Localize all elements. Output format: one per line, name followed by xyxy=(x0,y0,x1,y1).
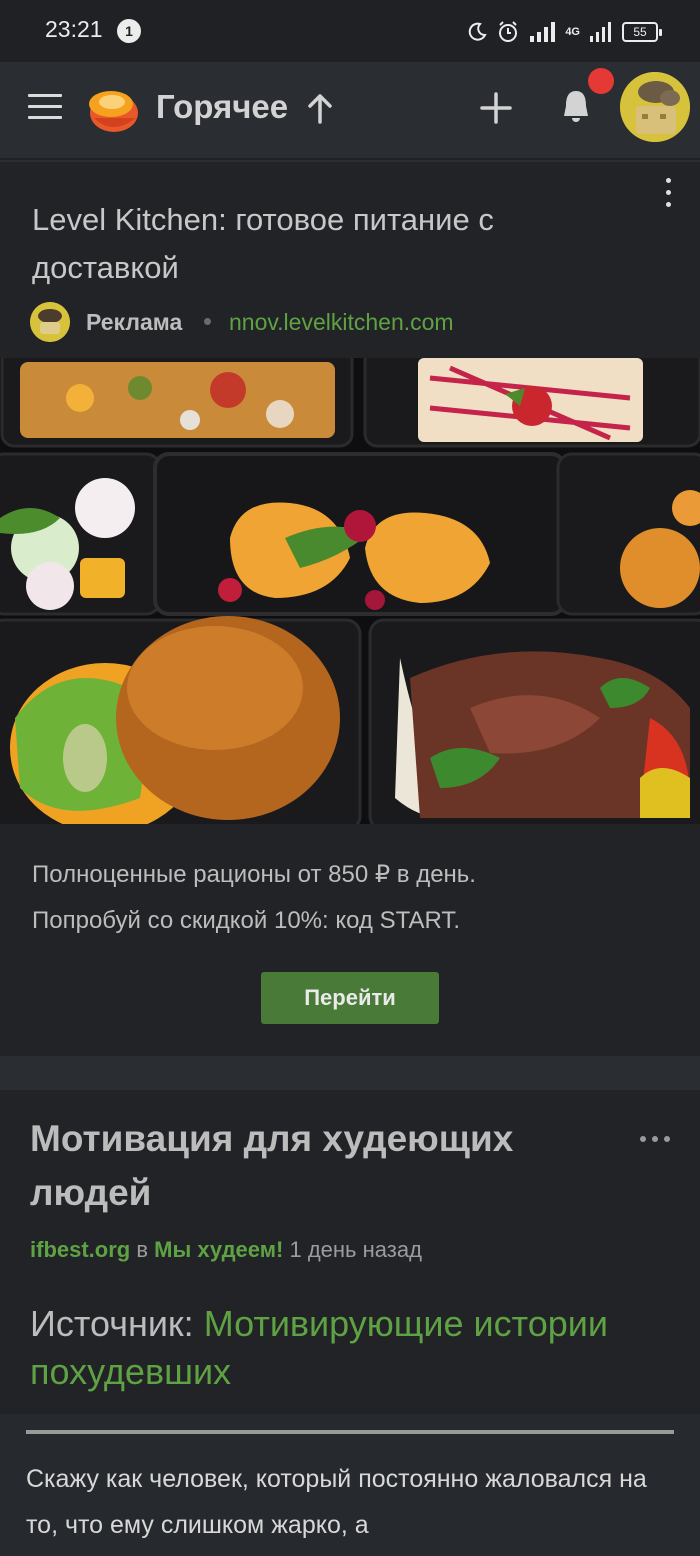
avatar[interactable] xyxy=(620,72,690,142)
post-title[interactable]: Мотивация для худеющих людей xyxy=(30,1112,610,1220)
post-time: 1 день назад xyxy=(289,1237,422,1262)
ad-description-line1: Полноценные рационы от 850 ₽ в день. xyxy=(32,861,476,888)
ad-avatar xyxy=(30,302,70,342)
signal-4g-icon xyxy=(590,22,611,42)
page-title[interactable]: Горячее xyxy=(156,88,288,126)
signal-icon xyxy=(530,22,556,42)
battery-icon: 55 xyxy=(622,22,662,42)
post-source: Источник: Мотивирующие истории похудевши… xyxy=(30,1300,680,1396)
menu-icon[interactable] xyxy=(28,94,62,124)
logo-icon[interactable] xyxy=(84,80,140,136)
more-horizontal-icon[interactable] xyxy=(640,1136,676,1146)
post-body-text: Скажу как человек, который постоянно жал… xyxy=(26,1465,647,1539)
status-icons: 4G 55 xyxy=(467,18,662,46)
post-divider xyxy=(26,1430,674,1434)
more-vertical-icon[interactable] xyxy=(662,178,674,212)
alarm-icon xyxy=(499,21,518,42)
post-meta-in: в xyxy=(136,1237,149,1262)
bell-icon[interactable] xyxy=(558,88,594,126)
feed-separator xyxy=(0,1056,700,1090)
ad-description-line2: Попробуй со скидкой 10%: код START. xyxy=(32,907,461,934)
network-type: 4G xyxy=(565,26,580,38)
notification-dot xyxy=(588,68,614,94)
status-bar: 23:21 1 4G 55 xyxy=(0,0,700,62)
ad-food-image[interactable] xyxy=(0,358,700,824)
separator-dot xyxy=(204,318,211,325)
post-author-link[interactable]: ifbest.org xyxy=(30,1237,130,1262)
status-time: 23:21 xyxy=(45,16,103,42)
ad-description: Полноценные рационы от 850 ₽ в день. Поп… xyxy=(32,852,476,944)
plus-icon[interactable] xyxy=(480,90,512,126)
ad-domain-link[interactable]: nnov.levelkitchen.com xyxy=(229,309,454,336)
go-button[interactable]: Перейти xyxy=(261,972,439,1024)
post-source-label: Источник: xyxy=(30,1303,194,1344)
post-community-link[interactable]: Мы худеем! xyxy=(154,1237,283,1262)
post-meta: ifbest.org в Мы худеем! 1 день назад xyxy=(30,1237,422,1263)
notification-count-badge: 1 xyxy=(117,19,141,43)
moon-icon xyxy=(469,22,487,41)
ad-title[interactable]: Level Kitchen: готовое питание с доставк… xyxy=(32,196,612,292)
ad-label: Реклама xyxy=(86,309,183,335)
sort-arrow-up-icon[interactable] xyxy=(306,92,334,126)
